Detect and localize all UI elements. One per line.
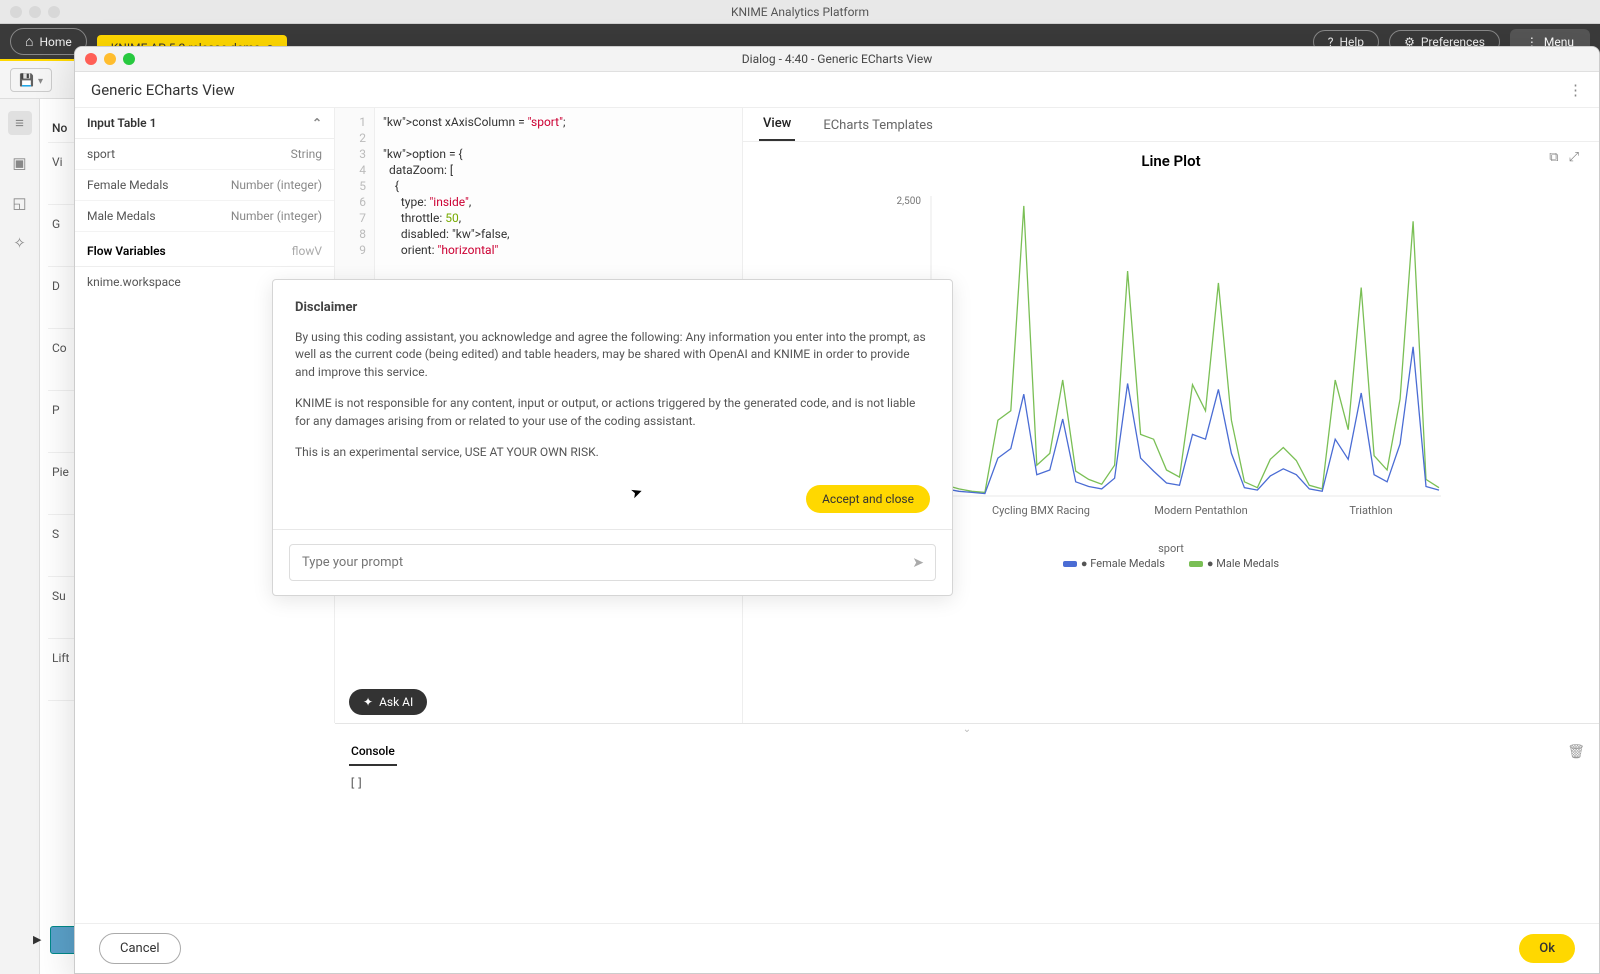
- disclaimer-p1: By using this coding assistant, you ackn…: [295, 329, 930, 381]
- chart-title: Line Plot: [763, 152, 1579, 170]
- schema-row[interactable]: Male Medals Number (integer): [75, 201, 334, 232]
- legend-female: ● Female Medals: [1063, 557, 1165, 570]
- dialog-window: Dialog - 4:40 - Generic ECharts View Gen…: [74, 46, 1600, 974]
- chevron-down-icon: [38, 73, 43, 87]
- minimize-icon[interactable]: [104, 53, 116, 65]
- save-button[interactable]: [10, 68, 52, 92]
- console-panel: ⌄ Console 🗑 []: [335, 723, 1599, 923]
- legend-male: ● Male Medals: [1189, 557, 1279, 570]
- col-name: Female Medals: [87, 178, 168, 192]
- col-type: Number (integer): [231, 178, 322, 192]
- app-titlebar: KNIME Analytics Platform: [0, 0, 1600, 24]
- chevron-up-icon: [312, 116, 322, 130]
- flowvar-hint: flowV: [292, 244, 322, 258]
- save-icon: [19, 73, 34, 87]
- console-output: []: [335, 770, 1599, 923]
- disclaimer-p2: KNIME is not responsible for any content…: [295, 395, 930, 430]
- dialog-titlebar: Dialog - 4:40 - Generic ECharts View: [75, 47, 1599, 72]
- home-icon: [25, 33, 33, 50]
- sparkle-icon: [363, 695, 373, 709]
- trash-icon[interactable]: 🗑: [1567, 744, 1585, 760]
- disclaimer-title: Disclaimer: [295, 300, 930, 315]
- rail-settings-icon[interactable]: ✧: [8, 231, 32, 255]
- cancel-button[interactable]: Cancel: [99, 933, 181, 964]
- more-icon[interactable]: [1568, 81, 1583, 99]
- dialog-subtitle: Generic ECharts View: [91, 81, 235, 99]
- mac-traffic-lights: [10, 6, 60, 18]
- dialog-traffic-lights: [85, 53, 135, 65]
- x-cat-1: Modern Pentathlon: [1154, 504, 1247, 517]
- input-table-title: Input Table 1: [87, 116, 156, 130]
- restore-icon[interactable]: ⧉: [1549, 150, 1558, 165]
- disclaimer-p3: This is an experimental service, USE AT …: [295, 444, 930, 461]
- rail-cube-icon[interactable]: ◱: [8, 191, 32, 215]
- input-table-header[interactable]: Input Table 1: [75, 108, 334, 139]
- ask-ai-button[interactable]: Ask AI: [349, 689, 427, 715]
- y-tick-label: 2,500: [897, 196, 922, 207]
- home-label: Home: [39, 35, 71, 49]
- schema-row[interactable]: sport String: [75, 139, 334, 170]
- console-tab[interactable]: Console: [349, 738, 397, 766]
- dialog-title: Dialog - 4:40 - Generic ECharts View: [742, 52, 932, 66]
- max-dot[interactable]: [48, 6, 60, 18]
- expand-icon[interactable]: ⤢: [1569, 150, 1579, 165]
- col-name: sport: [87, 147, 115, 161]
- close-dot[interactable]: [10, 6, 22, 18]
- dialog-header: Generic ECharts View: [75, 72, 1599, 108]
- x-cat-0: Cycling BMX Racing: [992, 504, 1090, 517]
- tab-view[interactable]: View: [759, 108, 795, 141]
- code-lines: "kw">const xAxisColumn = "sport"; "kw">o…: [335, 108, 742, 258]
- dialog-footer: Cancel Ok: [75, 923, 1599, 973]
- flowvar-title: Flow Variables: [87, 244, 166, 258]
- ai-disclaimer-panel: Disclaimer By using this coding assistan…: [272, 279, 953, 596]
- col-name: Male Medals: [87, 209, 156, 223]
- schema-row[interactable]: Female Medals Number (integer): [75, 170, 334, 201]
- close-icon[interactable]: [85, 53, 97, 65]
- rail-layers-icon[interactable]: ▣: [8, 151, 32, 175]
- prompt-input[interactable]: [289, 544, 936, 581]
- flow-variables-header[interactable]: Flow Variables flowV: [75, 236, 334, 267]
- ok-button[interactable]: Ok: [1519, 934, 1575, 963]
- tab-templates[interactable]: ECharts Templates: [819, 110, 937, 141]
- col-type: Number (integer): [231, 209, 322, 223]
- ask-ai-label: Ask AI: [379, 695, 413, 709]
- x-cat-2: Triathlon: [1349, 504, 1392, 517]
- send-icon[interactable]: ➤: [912, 555, 924, 571]
- preview-tabs: View ECharts Templates: [743, 108, 1599, 142]
- accept-button[interactable]: Accept and close: [806, 485, 930, 513]
- flowvar-name: knime.workspace: [87, 275, 181, 289]
- left-rail: ≡ ▣ ◱ ✧: [0, 99, 40, 974]
- collapse-handle[interactable]: ⌄: [335, 724, 1599, 734]
- min-dot[interactable]: [29, 6, 41, 18]
- maximize-icon[interactable]: [123, 53, 135, 65]
- col-type: String: [291, 147, 322, 161]
- rail-outline-icon[interactable]: ≡: [8, 111, 32, 135]
- app-title: KNIME Analytics Platform: [731, 5, 869, 19]
